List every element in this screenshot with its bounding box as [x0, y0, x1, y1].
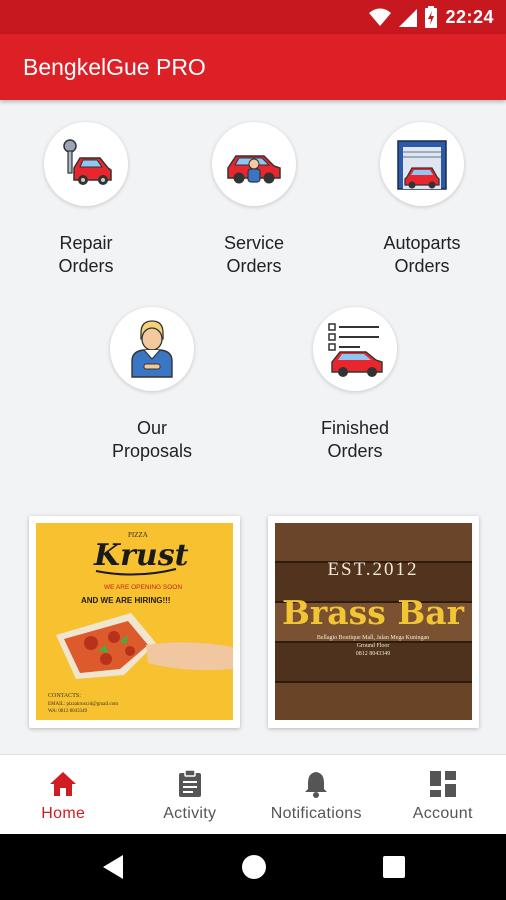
menu-label-line: Autoparts	[383, 233, 461, 253]
menu-label-line: Orders	[226, 256, 282, 276]
brass-est: EST.2012	[327, 559, 418, 580]
battery-charging-icon	[425, 6, 438, 28]
menu-label-line: Service	[223, 233, 285, 253]
home-circle-icon[interactable]	[242, 854, 266, 880]
krust-contact-title: CONTACTS:	[48, 693, 81, 699]
recents-icon[interactable]	[383, 854, 405, 880]
bell-icon	[301, 769, 331, 799]
finished-orders-circle[interactable]	[313, 307, 397, 391]
nav-notifications-label: Notifications	[270, 805, 362, 822]
menu-service-orders[interactable]: Service Orders	[169, 122, 339, 282]
promo-card-krust[interactable]: PIZZA Krust WE ARE OPENING SOON AND WE A…	[29, 516, 240, 728]
bottom-nav: Home Activity Notifications Account	[0, 754, 506, 834]
system-nav-bar	[0, 834, 506, 900]
garage-icon	[397, 140, 447, 190]
brass-address2: Ground Floor	[357, 643, 390, 649]
status-bar: 22:24	[0, 0, 506, 34]
service-orders-circle[interactable]	[212, 122, 296, 206]
clipboard-icon	[175, 769, 205, 799]
status-time: 22:24	[445, 6, 494, 27]
brass-address1: Bellagio Boutique Mall, Jalan Mega Kunin…	[317, 635, 429, 641]
krust-poster: PIZZA Krust WE ARE OPENING SOON AND WE A…	[36, 523, 233, 720]
nav-notifications[interactable]: Notifications	[253, 755, 380, 834]
krust-promo-image[interactable]: PIZZA Krust WE ARE OPENING SOON AND WE A…	[36, 523, 233, 720]
home-icon	[48, 769, 78, 799]
nav-account[interactable]: Account	[380, 755, 506, 834]
mechanic-icon	[131, 320, 173, 378]
brass-name: Brass Bar	[282, 593, 465, 632]
brass-phone: 0812 8043349	[356, 651, 391, 657]
menu-finished-orders[interactable]: Finished Orders	[270, 307, 440, 467]
nav-activity[interactable]: Activity	[127, 755, 254, 834]
autoparts-orders-circle[interactable]	[380, 122, 464, 206]
app-title: BengkelGue PRO	[23, 54, 206, 80]
our-proposals-circle[interactable]	[110, 307, 194, 391]
promo-card-brass-bar[interactable]: EST.2012 Brass Bar Bellagio Boutique Mal…	[268, 516, 479, 728]
menu-label-line: Proposals	[111, 441, 193, 461]
service-orders-label: Service Orders	[169, 232, 339, 278]
app-bar: BengkelGue PRO	[0, 34, 506, 100]
nav-home-label: Home	[41, 805, 86, 822]
wifi-icon	[369, 8, 392, 26]
krust-brand: Krust	[93, 538, 189, 573]
status-icons: 22:24	[369, 6, 494, 28]
nav-account-label: Account	[412, 805, 473, 822]
krust-line1: WE ARE OPENING SOON	[104, 584, 182, 591]
menu-label-line: Orders	[327, 441, 383, 461]
menu-label-line: Our	[136, 418, 167, 438]
signal-icon	[399, 9, 418, 27]
krust-contact-wa: WA: 0812 8043349	[48, 709, 88, 714]
nav-activity-label: Activity	[163, 805, 217, 822]
menu-label-line: Repair	[59, 233, 113, 253]
our-proposals-label: Our Proposals	[67, 417, 237, 463]
krust-line2: AND WE ARE HIRING!!!	[81, 596, 170, 605]
brass-bar-poster: EST.2012 Brass Bar Bellagio Boutique Mal…	[275, 523, 472, 720]
menu-our-proposals[interactable]: Our Proposals	[67, 307, 237, 467]
krust-contact-email: EMAIL: pizzakrust.id@gmail.com	[48, 702, 118, 707]
dashboard-icon	[428, 769, 458, 799]
menu-repair-orders[interactable]: Repair Orders	[1, 122, 171, 282]
nav-home[interactable]: Home	[0, 755, 127, 834]
brass-bar-promo-image[interactable]: EST.2012 Brass Bar Bellagio Boutique Mal…	[275, 523, 472, 720]
checklist-car-icon	[328, 323, 383, 377]
menu-label-line: Orders	[394, 256, 450, 276]
repair-orders-label: Repair Orders	[1, 232, 171, 278]
repair-orders-circle[interactable]	[44, 122, 128, 206]
autoparts-orders-label: Autoparts Orders	[337, 232, 506, 278]
menu-label-line: Finished	[320, 418, 390, 438]
menu-label-line: Orders	[58, 256, 114, 276]
finished-orders-label: Finished Orders	[270, 417, 440, 463]
service-car-icon	[227, 155, 281, 184]
repair-car-icon	[63, 139, 112, 185]
menu-autoparts-orders[interactable]: Autoparts Orders	[337, 122, 506, 282]
back-icon[interactable]	[101, 854, 125, 880]
